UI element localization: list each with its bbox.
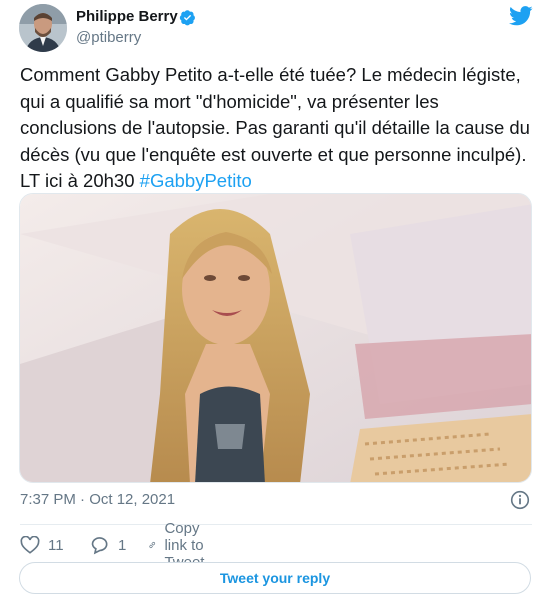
divider [20, 524, 532, 525]
author-name[interactable]: Philippe Berry [76, 8, 178, 25]
tweet-header: Philippe Berry @ptiberry [0, 0, 548, 60]
reply-count: 1 [118, 536, 127, 554]
copy-link-button[interactable]: Copy link to Tweet [148, 520, 216, 571]
tweet-timestamp[interactable]: 7:37 PM · Oct 12, 2021 [20, 491, 175, 508]
avatar[interactable] [19, 4, 67, 52]
hashtag-link[interactable]: #GabbyPetito [140, 170, 252, 191]
tweet-body: Comment Gabby Petito a-t-elle été tuée? … [20, 64, 530, 191]
verified-badge-icon [179, 10, 195, 26]
info-icon[interactable] [510, 490, 530, 510]
link-icon [149, 541, 156, 549]
heart-icon [20, 536, 40, 554]
like-button[interactable]: 11 [20, 535, 64, 555]
author-handle[interactable]: @ptiberry [76, 29, 141, 46]
like-count: 11 [48, 536, 64, 554]
tweet-media-image[interactable] [19, 193, 532, 483]
reply-count-button[interactable]: 1 [90, 535, 126, 555]
tweet-your-reply-button[interactable]: Tweet your reply [19, 562, 531, 594]
twitter-bird-icon[interactable] [509, 6, 533, 26]
tweet-text: Comment Gabby Petito a-t-elle été tuée? … [20, 62, 530, 195]
reply-bubble-icon [91, 537, 108, 555]
